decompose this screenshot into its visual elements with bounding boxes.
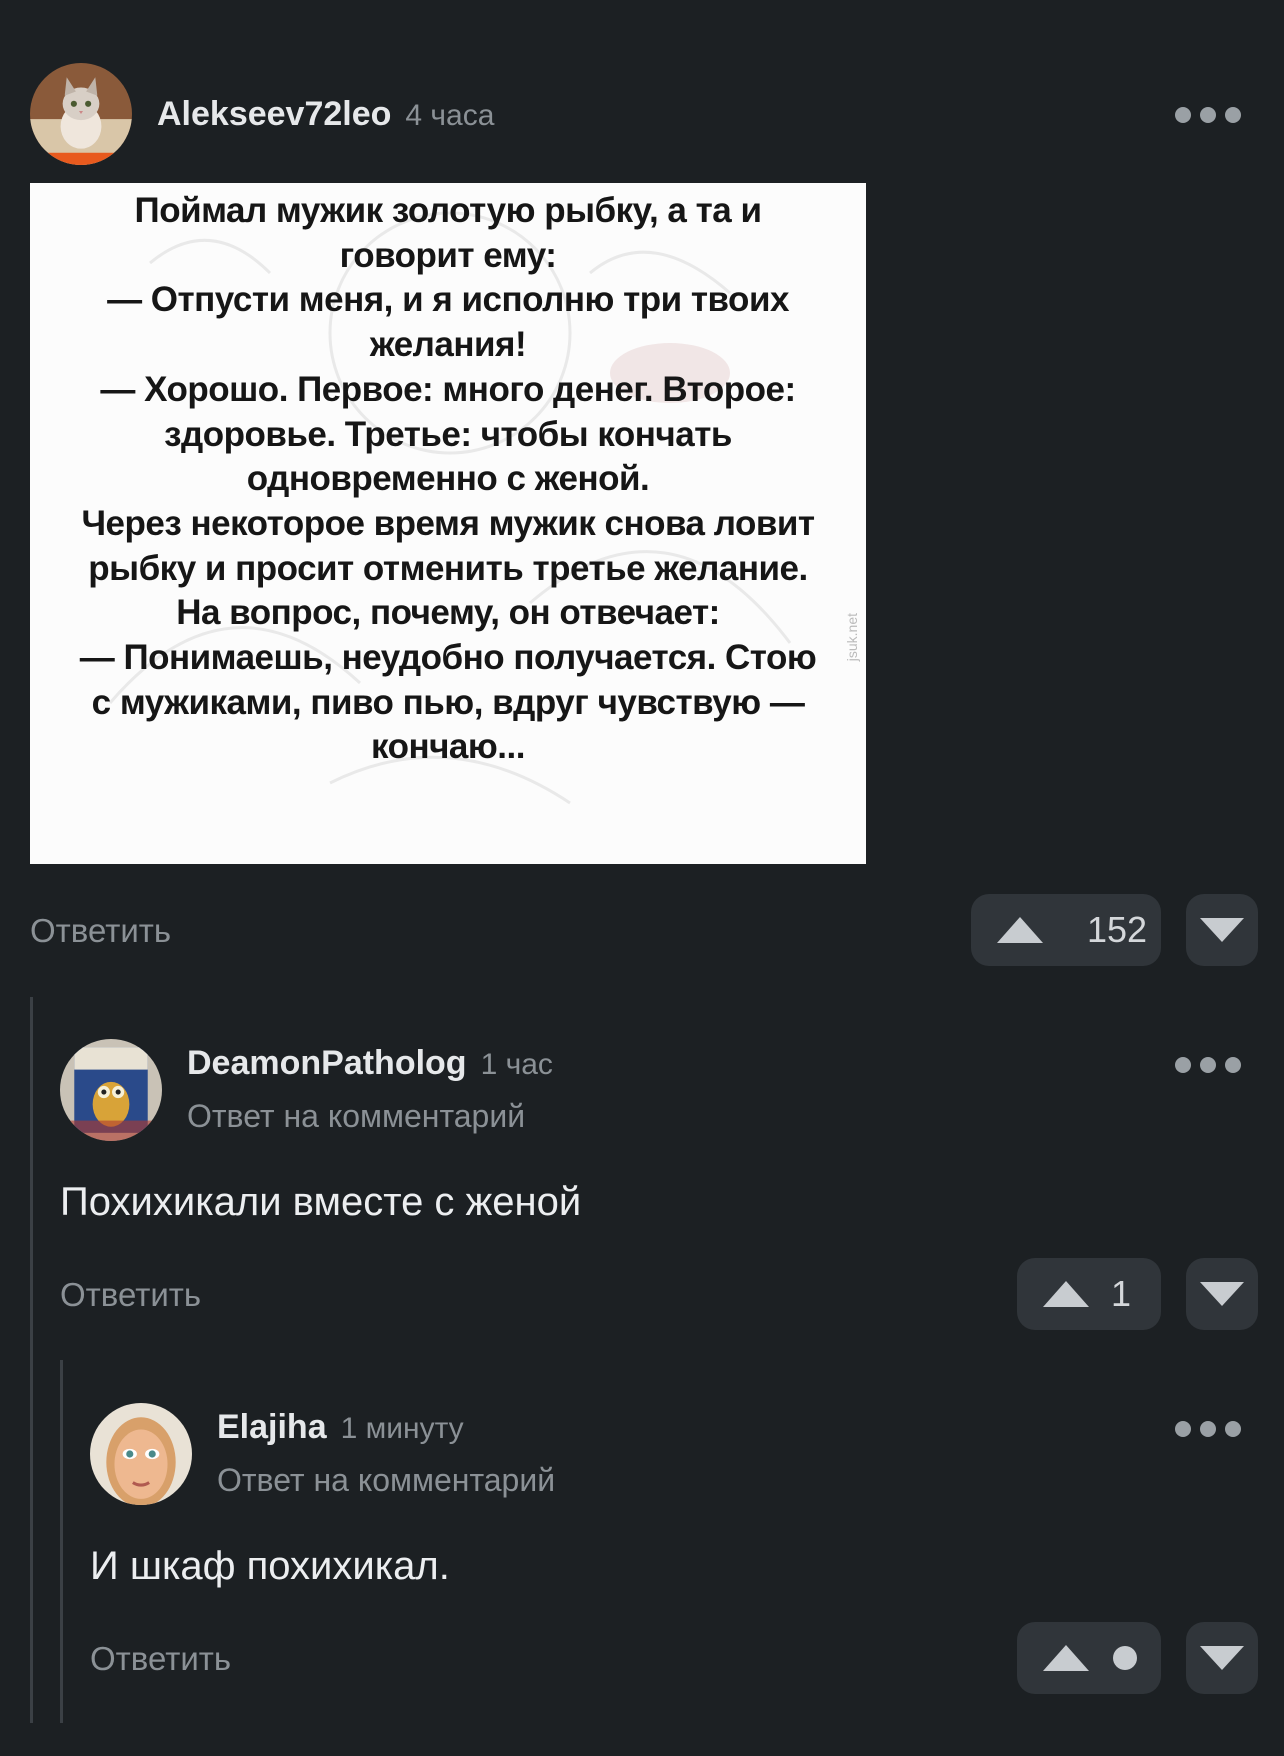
more-dots-icon <box>1175 1057 1191 1073</box>
meme-line: — Хорошо. Первое: много денег. Второе: <box>100 369 796 409</box>
upvote-button[interactable]: 152 <box>971 894 1161 966</box>
meme-watermark: jsuk.net <box>844 613 860 662</box>
downvote-arrow-icon <box>1200 1282 1244 1306</box>
reply-to-label[interactable]: Ответ на комментарий <box>217 1462 555 1499</box>
more-options-button[interactable] <box>1175 100 1245 130</box>
thread-line-level-1 <box>30 997 33 1723</box>
avatar[interactable] <box>60 1039 162 1141</box>
meme-image[interactable]: Поймал мужик золотую рыбку, а та и говор… <box>30 183 866 864</box>
face-avatar-image <box>90 1403 192 1505</box>
dot <box>1225 1421 1241 1437</box>
meme-text: Поймал мужик золотую рыбку, а та и говор… <box>30 183 866 770</box>
vote-count: 1 <box>1111 1273 1132 1314</box>
meme-line: Поймал мужик золотую рыбку, а та и <box>134 191 762 230</box>
downvote-button[interactable] <box>1186 894 1258 966</box>
vote-count: 152 <box>1087 909 1148 950</box>
meme-line: — Отпусти меня, и я исполню три твоих <box>107 280 789 320</box>
meme-line: Через некоторое время мужик снова ловит <box>81 503 815 543</box>
upvote-button[interactable]: 1 <box>1017 1258 1161 1330</box>
upvote-arrow-icon <box>1043 1645 1089 1671</box>
pending-dot-icon <box>1113 1646 1137 1670</box>
meme-line: одновременно с женой. <box>246 459 650 499</box>
dot <box>1225 1057 1241 1073</box>
reply-button[interactable]: Ответить <box>60 1276 201 1314</box>
reply-to-label[interactable]: Ответ на комментарий <box>187 1098 525 1135</box>
meme-line: рыбку и просит отменить третье желание. <box>88 548 808 588</box>
comment-time: 1 минуту <box>340 1412 464 1445</box>
cat-painting-avatar-image <box>60 1039 162 1141</box>
meme-line: говорит ему: <box>339 235 557 275</box>
more-options-button[interactable] <box>1175 1414 1245 1444</box>
upvote-button[interactable] <box>1017 1622 1161 1694</box>
more-dots-icon <box>1175 1421 1191 1437</box>
comment-time: 4 часа <box>405 99 495 132</box>
more-dots-icon <box>1175 107 1191 123</box>
author-label[interactable]: DeamonPatholog <box>187 1044 467 1082</box>
author-name[interactable]: Elajiha 1 минуту <box>217 1408 464 1447</box>
avatar[interactable] <box>30 63 132 165</box>
meme-line: желания! <box>369 325 527 365</box>
author-name[interactable]: DeamonPatholog 1 час <box>187 1044 553 1083</box>
upvote-arrow-icon <box>997 917 1043 943</box>
meme-line: здоровье. Третье: чтобы кончать <box>164 414 732 454</box>
meme-line: — Понимаешь, неудобно получается. Стою <box>79 638 817 678</box>
dot <box>1200 1421 1216 1437</box>
downvote-button[interactable] <box>1186 1258 1258 1330</box>
downvote-button[interactable] <box>1186 1622 1258 1694</box>
dot <box>1200 1057 1216 1073</box>
meme-line: кончаю... <box>371 727 525 767</box>
author-name[interactable]: Alekseev72leo 4 часа <box>157 95 494 134</box>
downvote-arrow-icon <box>1200 918 1244 942</box>
dot <box>1225 107 1241 123</box>
comment-time: 1 час <box>480 1048 553 1081</box>
avatar[interactable] <box>90 1403 192 1505</box>
comment-text: Похихикали вместе с женой <box>60 1180 582 1224</box>
upvote-arrow-icon <box>1043 1281 1089 1307</box>
more-options-button[interactable] <box>1175 1050 1245 1080</box>
cat-avatar-image <box>30 63 132 165</box>
comment-text: И шкаф похихикал. <box>90 1544 450 1588</box>
downvote-arrow-icon <box>1200 1646 1244 1670</box>
author-label[interactable]: Elajiha <box>217 1408 327 1446</box>
dot <box>1200 107 1216 123</box>
thread-line-level-2 <box>60 1360 63 1723</box>
author-label[interactable]: Alekseev72leo <box>157 95 391 133</box>
meme-line: с мужиками, пиво пью, вдруг чувствую — <box>91 682 805 722</box>
meme-line: На вопрос, почему, он отвечает: <box>176 593 720 633</box>
reply-button[interactable]: Ответить <box>90 1640 231 1678</box>
reply-button[interactable]: Ответить <box>30 912 171 950</box>
